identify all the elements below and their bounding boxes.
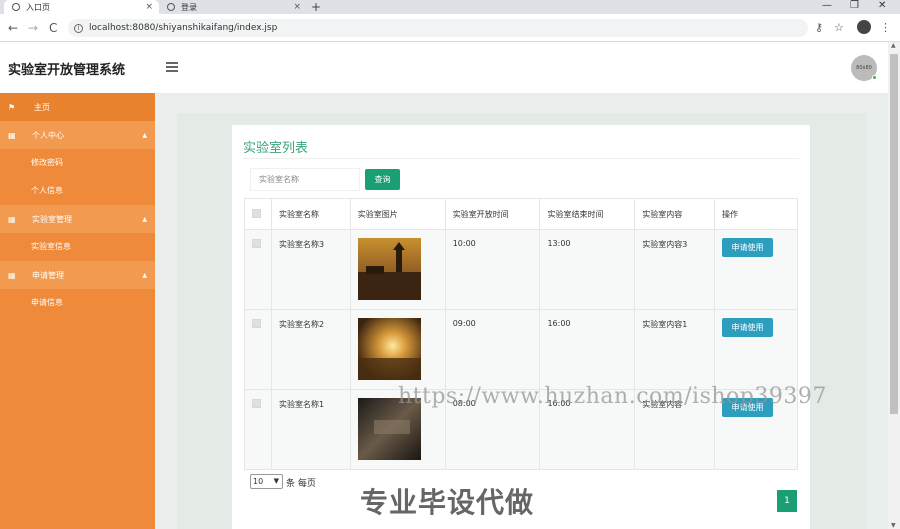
column-header: 实验室结束时间: [539, 198, 636, 230]
sidebar-group-label: 实验室管理: [32, 214, 72, 224]
vertical-scrollbar[interactable]: ▲ ▼: [888, 42, 900, 529]
lab-image-cell: [349, 229, 446, 310]
page-size-select[interactable]: 10 ▼: [250, 474, 283, 489]
search-button[interactable]: 查询: [365, 169, 400, 190]
scroll-up-icon[interactable]: ▲: [891, 42, 896, 49]
close-time-cell: 16:00: [539, 309, 636, 390]
new-tab-button[interactable]: +: [311, 0, 321, 14]
browser-tab-login[interactable]: 登录 ×: [159, 0, 307, 14]
column-header: 实验室开放时间: [444, 198, 541, 230]
lab-name-cell: 实验室名称1: [270, 389, 351, 470]
lab-name-cell: 实验室名称3: [270, 229, 351, 310]
browser-tab-home[interactable]: 入口页 ×: [4, 0, 159, 14]
star-icon[interactable]: ☆: [834, 21, 844, 35]
restore-button[interactable]: ❐: [850, 0, 859, 12]
chevron-up-icon: ▲: [142, 131, 147, 139]
content-cell: 实验室内容1: [634, 309, 716, 390]
sidebar-group-label: 个人中心: [32, 130, 64, 140]
column-header: 实验室名称: [270, 198, 351, 230]
info-icon[interactable]: i: [74, 23, 83, 33]
forward-button[interactable]: →: [28, 21, 38, 35]
content-cell: 实验室内容3: [634, 229, 716, 310]
sidebar-item-change-password[interactable]: 修改密码: [31, 157, 63, 168]
grid-icon: ▦: [8, 130, 16, 140]
back-button[interactable]: ←: [8, 21, 18, 35]
app-title: 实验室开放管理系统: [8, 63, 126, 78]
grid-icon: ▦: [8, 214, 16, 224]
table-row: 实验室名称3 10:00 13:00 实验室内容3 申请使用: [244, 229, 798, 310]
tab-close-icon[interactable]: ×: [145, 2, 153, 12]
divider: [243, 158, 799, 159]
row-checkbox[interactable]: [252, 239, 261, 248]
sidebar-group-lab-management[interactable]: ▦ 实验室管理 ▲: [0, 205, 155, 233]
browser-menu-icon[interactable]: ⋮: [880, 21, 891, 35]
lab-image: [357, 318, 421, 380]
row-checkbox[interactable]: [252, 399, 261, 408]
tab-close-icon[interactable]: ×: [293, 2, 301, 12]
profile-icon[interactable]: [857, 20, 871, 34]
reload-button[interactable]: C: [49, 21, 57, 35]
select-all-checkbox[interactable]: [252, 208, 261, 218]
scroll-down-icon[interactable]: ▼: [891, 522, 896, 529]
pagination-page-button[interactable]: 1: [777, 490, 797, 512]
sidebar-item-label: 主页: [34, 102, 50, 112]
sidebar-group-application-management[interactable]: ▦ 申请管理 ▲: [0, 261, 155, 289]
select-all-header[interactable]: [244, 198, 272, 230]
search-input[interactable]: 实验室名称: [250, 168, 360, 191]
sidebar-item-personal-info[interactable]: 个人信息: [31, 185, 63, 196]
column-header: 实验室内容: [634, 198, 716, 230]
lab-image: [357, 238, 421, 300]
browser-tab-bar: 入口页 × 登录 × + — ❐ ✕: [0, 0, 900, 14]
minimize-button[interactable]: —: [822, 0, 832, 12]
app-header: 实验室开放管理系统 80x80: [0, 42, 888, 93]
url-text: localhost:8080/shiyanshikaifang/index.js…: [89, 23, 278, 33]
column-header: 操作: [714, 198, 798, 230]
browser-tab-label: 入口页: [26, 2, 50, 12]
address-bar: ← → C i localhost:8080/shiyanshikaifang/…: [0, 14, 900, 42]
flag-icon: ⚑: [8, 102, 16, 112]
sidebar-item-lab-info[interactable]: 实验室信息: [31, 241, 71, 252]
open-time-cell: 09:00: [444, 309, 541, 390]
page-size-label: 条 每页: [286, 479, 316, 489]
close-time-cell: 13:00: [539, 229, 636, 310]
globe-icon: [167, 3, 175, 11]
row-checkbox[interactable]: [252, 319, 261, 328]
table-header-row: 实验室名称 实验室图片 实验室开放时间 实验室结束时间 实验室内容 操作: [244, 198, 798, 230]
key-icon[interactable]: ⚷: [815, 21, 823, 35]
lab-image-cell: [349, 309, 446, 390]
page-size-value: 10: [253, 477, 264, 486]
grid-icon: ▦: [8, 270, 16, 280]
online-status-dot: [872, 75, 877, 80]
url-field[interactable]: i localhost:8080/shiyanshikaifang/index.…: [68, 19, 808, 37]
hamburger-menu-icon[interactable]: [166, 62, 178, 72]
chevron-up-icon: ▲: [142, 271, 147, 279]
close-window-button[interactable]: ✕: [878, 0, 886, 12]
page-title: 实验室列表: [243, 141, 309, 156]
table-row: 实验室名称2 09:00 16:00 实验室内容1 申请使用: [244, 309, 798, 390]
scroll-thumb[interactable]: [890, 54, 898, 414]
open-time-cell: 10:00: [444, 229, 541, 310]
lab-table: 实验室名称 实验室图片 实验室开放时间 实验室结束时间 实验室内容 操作 实验室…: [244, 198, 798, 470]
sidebar: ⚑ 主页 ▦ 个人中心 ▲ 修改密码 个人信息 ▦ 实验室管理 ▲ 实验室信息 …: [0, 93, 155, 529]
sidebar-item-application-info[interactable]: 申请信息: [31, 297, 63, 308]
chevron-down-icon: ▼: [273, 477, 279, 485]
apply-button[interactable]: 申请使用: [722, 318, 774, 337]
slogan-watermark: 专业毕设代做: [360, 486, 535, 519]
sidebar-group-label: 申请管理: [32, 270, 64, 280]
apply-button[interactable]: 申请使用: [722, 238, 774, 257]
sidebar-group-personal[interactable]: ▦ 个人中心 ▲: [0, 121, 155, 149]
url-watermark: https://www.huzhan.com/ishop39397: [398, 384, 827, 409]
column-header: 实验室图片: [349, 198, 446, 230]
sidebar-item-home[interactable]: ⚑ 主页: [0, 93, 155, 121]
browser-tab-label: 登录: [181, 2, 197, 12]
lab-name-cell: 实验室名称2: [270, 309, 351, 390]
globe-icon: [12, 3, 20, 11]
chevron-up-icon: ▲: [142, 215, 147, 223]
